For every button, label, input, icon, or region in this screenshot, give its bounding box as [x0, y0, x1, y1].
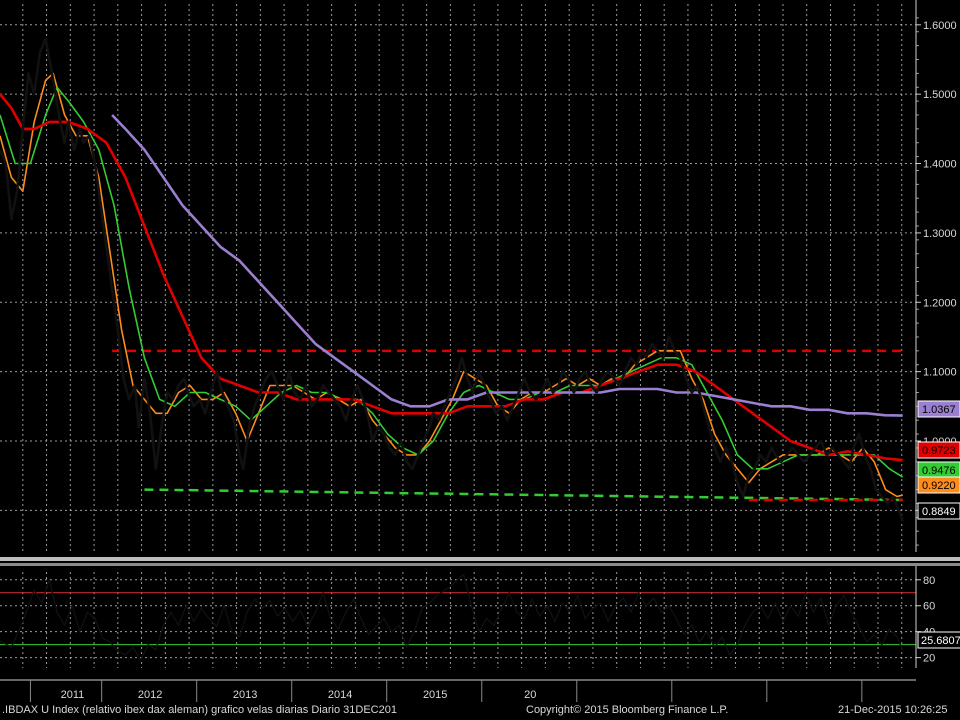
footer-index-description: .IBDAX U Index (relativo ibex dax aleman… — [2, 704, 397, 716]
panel-separator — [0, 563, 960, 566]
osc-y-tick-label: 60 — [923, 601, 935, 613]
osc-y-tick-label: 20 — [923, 653, 935, 665]
last-value-label: 0.9220 — [922, 480, 956, 492]
panel-separator — [0, 557, 960, 561]
chart-canvas: 1.60001.50001.40001.30001.20001.10001.00… — [0, 0, 960, 720]
y-tick-label: 1.1000 — [923, 367, 957, 379]
footer-timestamp: 21-Dec-2015 10:26:25 — [838, 704, 948, 716]
footer: .IBDAX U Index (relativo ibex dax aleman… — [0, 702, 960, 720]
last-value-label: 1.0367 — [922, 404, 956, 416]
x-tick-label: 2014 — [328, 689, 352, 701]
y-tick-label: 1.5000 — [923, 89, 957, 101]
last-value-label: 0.9723 — [922, 445, 956, 457]
last-value-label: 0.8849 — [922, 506, 956, 518]
time-axis: 2011 2012 2013 2014 2015 20 — [0, 679, 916, 702]
x-tick-label: 2011 — [61, 689, 85, 701]
y-tick-label: 1.6000 — [923, 20, 957, 32]
x-tick-label: 2013 — [233, 689, 257, 701]
x-tick-label: 2015 — [423, 689, 447, 701]
osc-y-tick-label: 80 — [923, 575, 935, 587]
footer-copyright: Copyright© 2015 Bloomberg Finance L.P. — [526, 704, 729, 716]
oscillator-value-label: 25.6807 — [921, 635, 960, 647]
y-tick-label: 1.4000 — [923, 159, 957, 171]
last-value-label: 0.9476 — [922, 465, 956, 477]
x-tick-label: 2012 — [138, 689, 162, 701]
y-tick-label: 1.2000 — [923, 297, 957, 309]
x-tick-label: 20 — [524, 689, 536, 701]
y-tick-label: 1.3000 — [923, 228, 957, 240]
